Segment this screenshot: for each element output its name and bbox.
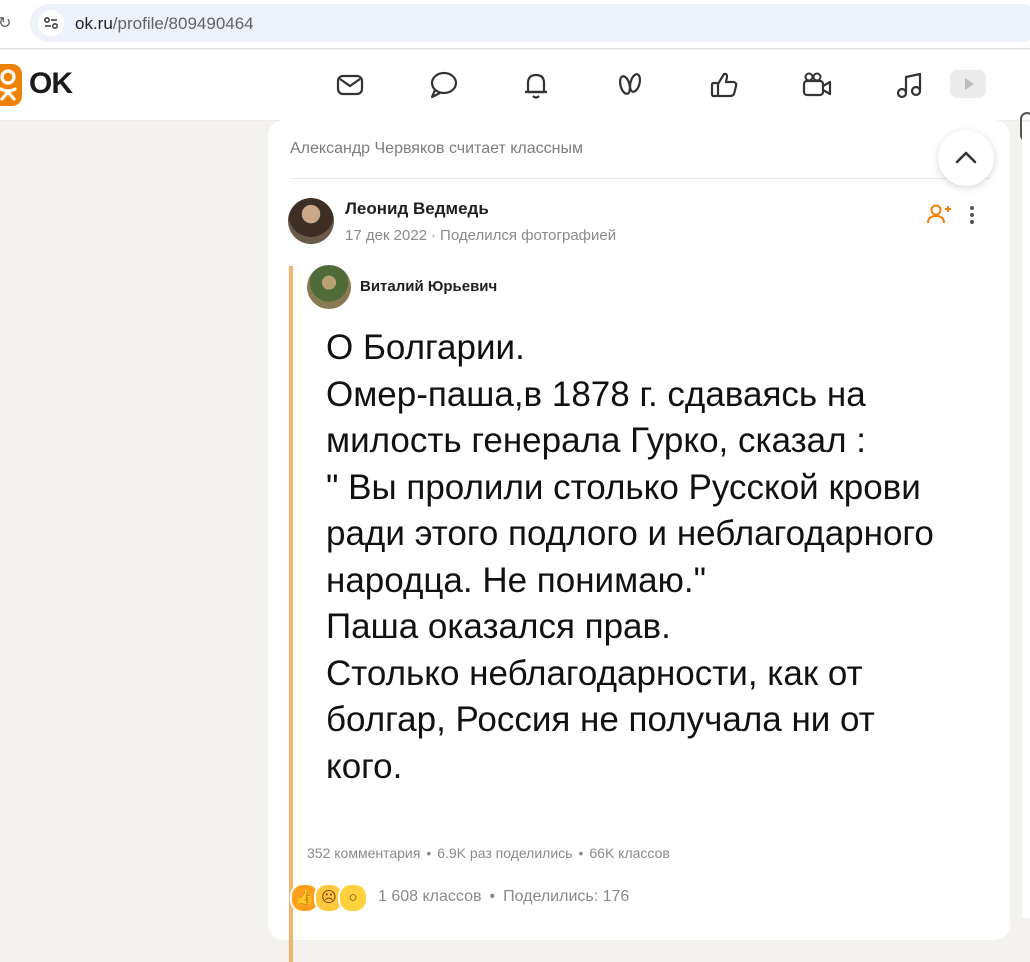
- post-text: О Болгарии. Омер-паша,в 1878 г. сдаваясь…: [326, 328, 934, 786]
- ok-logo-icon[interactable]: [0, 64, 22, 106]
- video-camera-icon[interactable]: [800, 68, 834, 102]
- reshare-stats: 352 комментария • 6.9K раз поделились • 66K …: [307, 845, 670, 861]
- comments-count[interactable]: 352 комментария: [307, 845, 420, 861]
- scroll-up-button[interactable]: [938, 130, 994, 186]
- post-meta: 17 дек 2022 · Поделился фотографией: [345, 227, 617, 244]
- ok-logo-text[interactable]: OK: [29, 67, 73, 101]
- more-menu-icon[interactable]: [965, 204, 979, 226]
- liked-by-text[interactable]: Александр Червяков считает классным: [290, 140, 583, 158]
- author-avatar[interactable]: [288, 198, 334, 244]
- reload-icon[interactable]: ↻: [0, 13, 11, 33]
- url-text: ok.ru/profile/809490464: [75, 14, 254, 34]
- mail-icon[interactable]: [333, 68, 367, 102]
- music-icon[interactable]: [893, 68, 927, 102]
- feed-post-card: Александр Червяков считает классным Леон…: [268, 120, 1010, 962]
- post-author[interactable]: Леонид Ведмедь: [345, 199, 489, 219]
- shares-count[interactable]: 6.9K раз поделились: [437, 845, 572, 861]
- reshared-author[interactable]: Виталий Юрьевич: [360, 278, 497, 295]
- site-info-icon[interactable]: [38, 10, 64, 36]
- right-edge: [1022, 122, 1030, 918]
- reshared-author-avatar[interactable]: [307, 265, 351, 309]
- browser-toolbar: ↻ ok.ru/profile/809490464: [0, 0, 1030, 49]
- classes-count[interactable]: 66K классов: [589, 845, 669, 861]
- like-icon[interactable]: [707, 68, 741, 102]
- shared-total[interactable]: Поделились: 176: [503, 888, 629, 905]
- wow-reaction-icon[interactable]: ○: [338, 883, 368, 913]
- video-play-icon[interactable]: [950, 70, 986, 98]
- address-bar[interactable]: ok.ru/profile/809490464: [30, 4, 1030, 42]
- chat-icon[interactable]: [426, 68, 460, 102]
- url-path: /profile/809490464: [112, 14, 254, 33]
- chevron-up-icon: [955, 151, 977, 164]
- classes-total[interactable]: 1 608 классов: [378, 888, 481, 905]
- divider: [290, 178, 990, 179]
- reshare-bar: [289, 266, 293, 962]
- reaction-stats: 1 608 классов • Поделились: 176: [378, 888, 630, 905]
- site-header: OK: [0, 50, 1030, 142]
- url-host: ok.ru: [75, 14, 113, 33]
- post-action: Поделился фотографией: [440, 227, 617, 244]
- guests-icon[interactable]: [613, 68, 647, 102]
- bell-icon[interactable]: [519, 68, 553, 102]
- post-date[interactable]: 17 дек 2022: [345, 227, 427, 244]
- add-friend-icon[interactable]: [926, 202, 952, 226]
